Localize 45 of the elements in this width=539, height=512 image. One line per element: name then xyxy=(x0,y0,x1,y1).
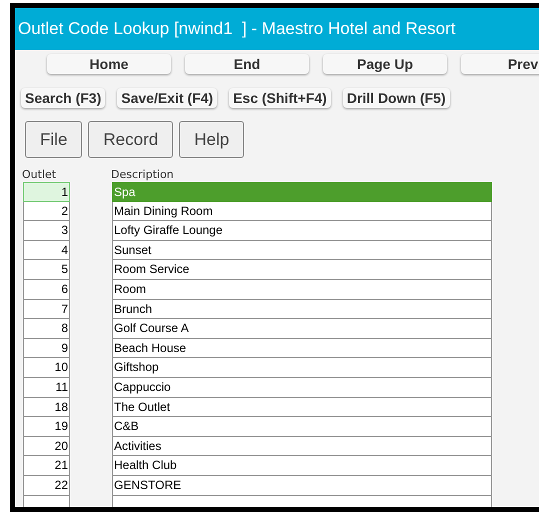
table-cell: 18 xyxy=(23,398,70,418)
menu-button[interactable]: File xyxy=(25,121,82,158)
table-cell[interactable]: Activities xyxy=(112,436,492,456)
table-cell: 3 xyxy=(23,221,70,241)
menu-button[interactable]: Record xyxy=(88,121,174,158)
table-cell: 7 xyxy=(23,300,70,320)
table-cell[interactable]: Lofty Giraffe Lounge xyxy=(112,221,492,241)
table-cell: 4 xyxy=(23,240,70,260)
table-cell: 5 xyxy=(23,260,70,280)
table-cell: 6 xyxy=(23,280,70,300)
nav-button[interactable]: Home xyxy=(47,54,171,74)
column-header: Description xyxy=(111,167,174,181)
table-cell: 1 xyxy=(23,182,70,202)
table-cell: 20 xyxy=(23,436,70,456)
column-header: Outlet xyxy=(22,167,58,181)
table-cell: 19 xyxy=(23,417,70,437)
table-cell[interactable]: Room xyxy=(112,280,492,300)
table-cell[interactable]: Brunch xyxy=(112,300,492,320)
table-cell[interactable]: Golf Course A xyxy=(112,319,492,339)
table-cell[interactable]: Main Dining Room xyxy=(112,202,492,222)
table-cell[interactable]: The Outlet xyxy=(112,398,492,418)
table-cell[interactable]: Beach House xyxy=(112,338,492,358)
function-button[interactable]: Esc (Shift+F4) xyxy=(229,88,331,108)
function-button[interactable]: Save/Exit (F4) xyxy=(117,88,218,108)
function-button[interactable]: Search (F3) xyxy=(21,88,106,108)
nav-button[interactable]: Prev xyxy=(461,54,539,74)
table-cell[interactable]: C&B xyxy=(112,417,492,437)
table-cell[interactable]: Sunset xyxy=(112,240,492,260)
function-button[interactable]: Drill Down (F5) xyxy=(342,88,450,108)
nav-button[interactable]: Page Up xyxy=(323,54,447,74)
table-cell: 22 xyxy=(23,476,70,496)
table-cell: 8 xyxy=(23,319,70,339)
window-title: Outlet Code Lookup [nwind1 ] - Maestro Hotel and Resort xyxy=(18,18,456,40)
table-cell: 9 xyxy=(23,338,70,358)
table-cell: 11 xyxy=(23,378,70,398)
nav-button[interactable]: End xyxy=(185,54,309,74)
table-cell: 10 xyxy=(23,358,70,378)
menu-button[interactable]: Help xyxy=(179,121,244,158)
table-cell[interactable]: Health Club xyxy=(112,456,492,476)
table-cell[interactable]: Cappuccio xyxy=(112,378,492,398)
table-cell: 21 xyxy=(23,456,70,476)
table-cell[interactable]: GENSTORE xyxy=(112,476,492,496)
table-cell[interactable]: Giftshop xyxy=(112,358,492,378)
table-cell[interactable]: Room Service xyxy=(112,260,492,280)
table-cell: 2 xyxy=(23,202,70,222)
